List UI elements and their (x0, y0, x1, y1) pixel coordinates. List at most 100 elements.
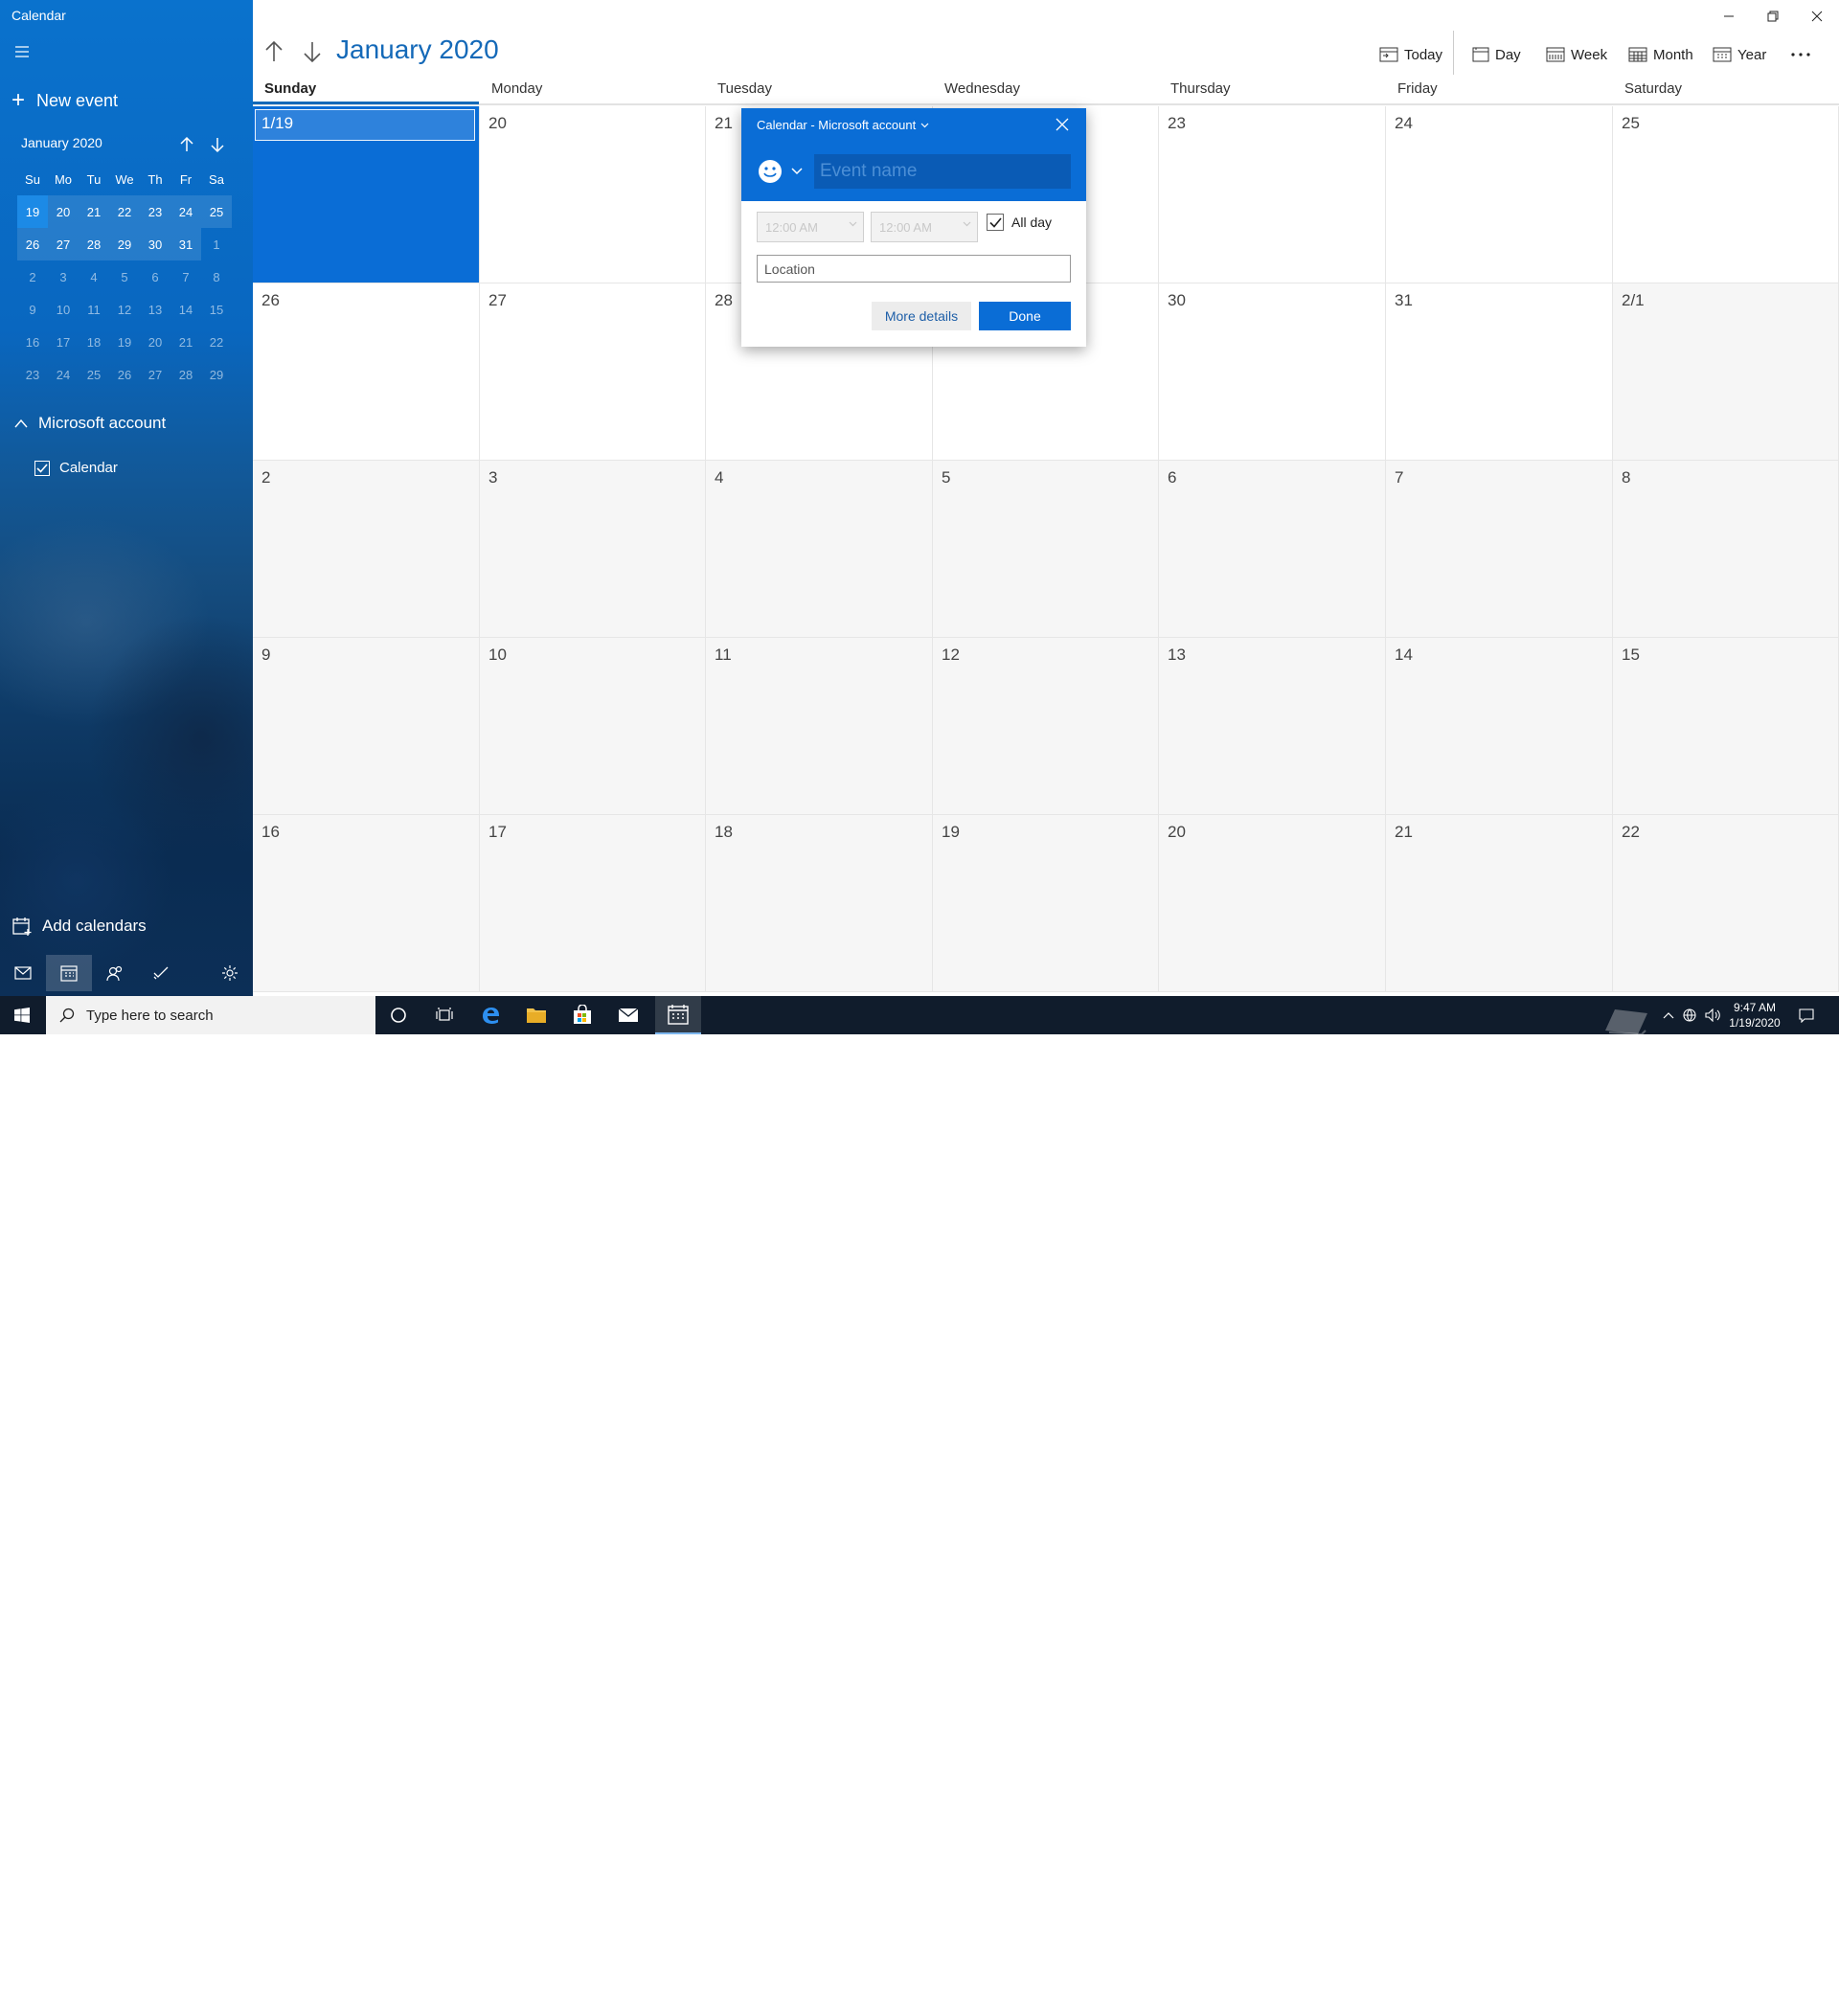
day-cell[interactable]: 10 (480, 638, 706, 815)
more-details-button[interactable]: More details (872, 302, 971, 330)
day-cell[interactable]: 15 (1613, 638, 1839, 815)
emoji-picker-button[interactable] (757, 158, 803, 185)
close-popup-button[interactable] (1054, 116, 1071, 133)
mini-calendar-day[interactable]: 31 (170, 228, 201, 260)
today-button[interactable]: Today (1379, 42, 1442, 67)
mini-calendar-day[interactable]: 3 (48, 260, 79, 293)
day-cell[interactable]: 13 (1159, 638, 1386, 815)
mini-calendar-day[interactable]: 30 (140, 228, 170, 260)
mini-calendar-day[interactable]: 8 (201, 260, 232, 293)
mini-calendar-day[interactable]: 28 (170, 358, 201, 391)
mini-calendar-day[interactable]: 15 (201, 293, 232, 326)
task-view-button[interactable] (421, 996, 467, 1034)
day-cell[interactable]: 20 (1159, 815, 1386, 992)
mini-calendar-day[interactable]: 29 (201, 358, 232, 391)
done-button[interactable]: Done (979, 302, 1071, 330)
cortana-button[interactable] (375, 996, 421, 1034)
next-month-button[interactable] (299, 38, 326, 65)
mini-calendar-day[interactable]: 24 (170, 195, 201, 228)
add-calendars-button[interactable]: Add calendars (11, 916, 147, 937)
mini-calendar-day[interactable]: 9 (17, 293, 48, 326)
day-cell[interactable]: 20 (480, 106, 706, 283)
mini-calendar-day[interactable]: 17 (48, 326, 79, 358)
mini-calendar-day[interactable]: 16 (17, 326, 48, 358)
end-time-dropdown[interactable]: 12:00 AM (871, 212, 978, 242)
mini-calendar-day[interactable]: 26 (17, 228, 48, 260)
calendar-taskbar-button[interactable] (655, 996, 701, 1034)
mini-calendar-day[interactable]: 12 (109, 293, 140, 326)
mini-calendar-day[interactable]: 10 (48, 293, 79, 326)
mini-calendar-day[interactable]: 18 (79, 326, 109, 358)
day-view-button[interactable]: Day (1472, 42, 1521, 67)
hamburger-menu-button[interactable] (11, 42, 34, 61)
new-event-button[interactable]: + New event (11, 88, 118, 113)
mini-calendar-day[interactable]: 25 (201, 195, 232, 228)
mini-calendar-day[interactable]: 21 (170, 326, 201, 358)
year-view-button[interactable]: Year (1713, 42, 1766, 67)
notifications-button[interactable] (1799, 996, 1814, 1034)
close-window-button[interactable] (1795, 2, 1839, 31)
location-input[interactable] (757, 255, 1071, 283)
month-view-button[interactable]: Month (1628, 42, 1693, 67)
network-button[interactable] (1682, 996, 1697, 1034)
mini-calendar-day[interactable]: 21 (79, 195, 109, 228)
mini-calendar-day[interactable]: 20 (140, 326, 170, 358)
day-cell[interactable]: 22 (1613, 815, 1839, 992)
calendar-picker[interactable]: Calendar - Microsoft account (757, 118, 929, 132)
mail-app-button[interactable] (0, 955, 46, 991)
day-cell[interactable]: 27 (480, 283, 706, 461)
day-cell[interactable]: 6 (1159, 461, 1386, 638)
month-title[interactable]: January 2020 (336, 34, 499, 65)
mini-calendar-day[interactable]: 22 (109, 195, 140, 228)
minimize-button[interactable] (1707, 2, 1751, 31)
mail-taskbar-button[interactable] (605, 996, 651, 1034)
taskbar-search-box[interactable]: Type here to search (46, 996, 375, 1034)
day-cell[interactable]: 2/1 (1613, 283, 1839, 461)
microsoft-account-toggle[interactable]: Microsoft account (13, 414, 166, 433)
day-cell[interactable]: 19 (933, 815, 1159, 992)
all-day-checkbox[interactable]: All day (987, 214, 1052, 231)
day-cell[interactable]: 11 (706, 638, 933, 815)
day-cell[interactable]: 14 (1386, 638, 1613, 815)
mini-calendar-day[interactable]: 14 (170, 293, 201, 326)
day-cell[interactable]: 12 (933, 638, 1159, 815)
mini-calendar-day[interactable]: 23 (140, 195, 170, 228)
more-options-button[interactable] (1790, 42, 1811, 67)
mini-calendar-day[interactable]: 6 (140, 260, 170, 293)
volume-button[interactable] (1705, 996, 1720, 1034)
calendar-app-button[interactable] (46, 955, 92, 991)
mini-calendar-day[interactable]: 23 (17, 358, 48, 391)
mini-calendar-day[interactable]: 11 (79, 293, 109, 326)
mini-calendar-day[interactable]: 2 (17, 260, 48, 293)
mini-calendar-day[interactable]: 1 (201, 228, 232, 260)
edge-browser-button[interactable] (467, 996, 513, 1034)
file-explorer-button[interactable] (513, 996, 559, 1034)
day-cell[interactable]: 24 (1386, 106, 1613, 283)
todo-app-button[interactable] (138, 955, 184, 991)
mini-calendar-day[interactable]: 5 (109, 260, 140, 293)
mini-calendar-day[interactable]: 19 (109, 326, 140, 358)
show-hidden-icons-button[interactable] (1663, 996, 1674, 1034)
people-app-button[interactable] (92, 955, 138, 991)
week-view-button[interactable]: Week (1546, 42, 1607, 67)
mini-calendar-day[interactable]: 7 (170, 260, 201, 293)
taskbar-clock[interactable]: 9:47 AM 1/19/2020 (1724, 1000, 1785, 1031)
mini-calendar-day[interactable]: 27 (140, 358, 170, 391)
mini-calendar-day[interactable]: 13 (140, 293, 170, 326)
mini-calendar-next-button[interactable] (207, 134, 228, 155)
start-time-dropdown[interactable]: 12:00 AM (757, 212, 864, 242)
day-cell[interactable]: 31 (1386, 283, 1613, 461)
day-cell[interactable]: 5 (933, 461, 1159, 638)
mini-calendar-day[interactable]: 26 (109, 358, 140, 391)
previous-month-button[interactable] (261, 38, 287, 65)
mini-calendar-day[interactable]: 28 (79, 228, 109, 260)
day-cell[interactable]: 3 (480, 461, 706, 638)
day-cell[interactable]: 8 (1613, 461, 1839, 638)
mini-calendar-previous-button[interactable] (176, 134, 197, 155)
mini-calendar-day[interactable]: 29 (109, 228, 140, 260)
mini-calendar-day[interactable]: 20 (48, 195, 79, 228)
day-cell[interactable]: 17 (480, 815, 706, 992)
day-cell[interactable]: 4 (706, 461, 933, 638)
settings-button[interactable] (207, 955, 253, 991)
start-button[interactable] (0, 996, 44, 1034)
